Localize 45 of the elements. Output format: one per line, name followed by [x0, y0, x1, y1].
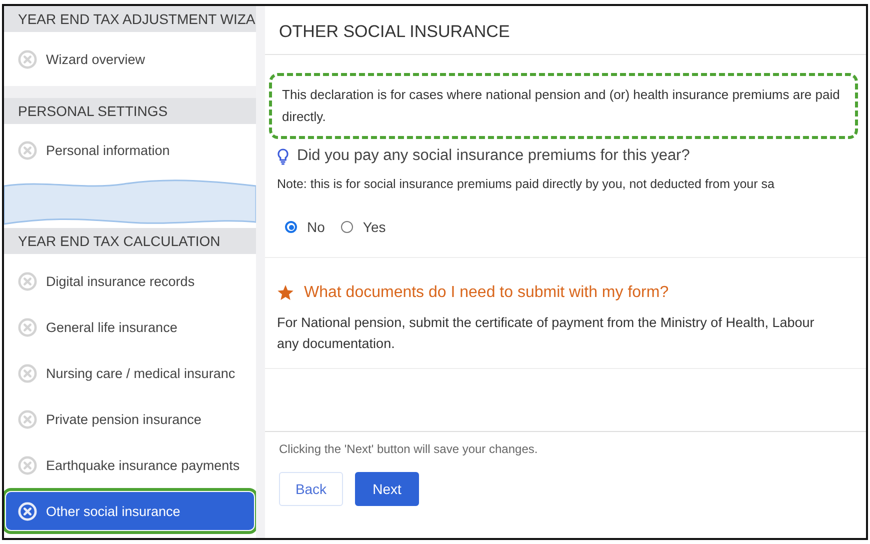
sidebar-item[interactable]: Other social insurance	[6, 492, 254, 530]
sidebar-item[interactable]: Earthquake insurance payments	[6, 446, 254, 484]
sidebar-item-label: Earthquake insurance payments	[46, 458, 240, 473]
sidebar-item[interactable]: General life insurance	[6, 308, 254, 346]
sidebar-item-label: Nursing care / medical insuranc	[46, 366, 236, 381]
question-text: Did you pay any social insurance premiums for this year?	[297, 147, 690, 165]
cross-circle-icon	[18, 364, 37, 383]
star-icon	[277, 285, 294, 301]
sidebar-item[interactable]: Private pension insurance	[6, 400, 254, 438]
sidebar-item-label: Other social insurance	[46, 504, 180, 519]
section-header: YEAR END TAX CALCULATION	[4, 228, 256, 254]
cross-circle-icon	[18, 141, 37, 160]
sidebar-item-label: General life insurance	[46, 320, 178, 335]
cross-circle-icon	[18, 410, 37, 429]
back-button[interactable]: Back	[279, 472, 343, 506]
radio-label: No	[307, 219, 325, 235]
lightbulb-icon	[277, 148, 289, 164]
radio-option[interactable]: Yes	[340, 219, 386, 235]
section-header: YEAR END TAX ADJUSTMENT WIZA	[4, 6, 256, 32]
sidebar-item-label: Private pension insurance	[46, 412, 202, 427]
cross-circle-icon	[18, 456, 37, 475]
footer-note: Clicking the 'Next' button will save your changes.	[279, 442, 539, 456]
note-text: Note: this is for social insurance premiums paid directly by you, not deducted from your sa	[276, 176, 776, 193]
sidebar-item[interactable]: Nursing care / medical insuranc	[6, 354, 254, 392]
radio-icon[interactable]	[285, 221, 297, 233]
sidebar-item-label: Wizard overview	[46, 52, 146, 67]
radio-icon[interactable]	[340, 221, 353, 233]
help-title: What documents do I need to submit with my form?	[304, 284, 669, 302]
sidebar-item[interactable]: Wizard overview	[6, 40, 254, 78]
sidebar-item[interactable]: Digital insurance records	[6, 262, 254, 300]
sidebar-item-label: Personal information	[46, 143, 170, 158]
cross-circle-icon	[18, 318, 37, 337]
help-text: any documentation.	[277, 335, 396, 353]
next-button[interactable]: Next	[355, 472, 419, 506]
cross-circle-icon	[18, 50, 37, 69]
cross-circle-icon	[18, 502, 37, 521]
radio-label: Yes	[362, 219, 386, 235]
cross-circle-icon	[18, 272, 37, 291]
help-text: For National pension, submit the certificate of payment from the Ministry of Health, Labour	[277, 314, 816, 332]
sidebar-item[interactable]: Personal information	[6, 132, 254, 170]
page-title: OTHER SOCIAL INSURANCE	[265, 6, 866, 55]
declaration-text: This declaration is for cases where national pension and (or) health insurance premiums are paid directly.	[269, 73, 858, 139]
radio-option[interactable]: No	[285, 219, 325, 235]
section-header: PERSONAL SETTINGS	[4, 98, 256, 124]
sidebar-item-label: Digital insurance records	[46, 274, 195, 289]
